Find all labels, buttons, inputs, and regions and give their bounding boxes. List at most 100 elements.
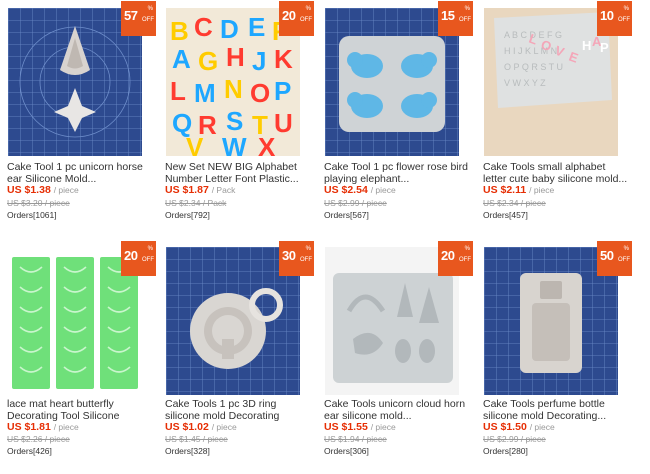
discount-off-label: OFF xyxy=(459,17,471,23)
original-price: US $2.26 / piece xyxy=(7,434,70,444)
svg-text:U: U xyxy=(274,108,293,138)
svg-text:O: O xyxy=(250,78,270,108)
order-count: Orders[328] xyxy=(165,446,210,456)
product-price: US $1.50 / piece xyxy=(483,421,555,433)
discount-percent: 20 xyxy=(124,248,138,263)
discount-off-label: OFF xyxy=(142,257,154,263)
discount-off-label: OFF xyxy=(300,257,312,263)
product-price: US $1.38 / piece xyxy=(7,184,79,196)
svg-text:V: V xyxy=(186,132,204,156)
original-price: US $1.94 / piece xyxy=(324,434,387,444)
svg-text:M: M xyxy=(194,78,216,108)
product-price: US $2.11 / piece xyxy=(483,184,554,196)
discount-off-label: OFF xyxy=(459,257,471,263)
discount-badge: 50 % OFF xyxy=(597,241,632,276)
product-title[interactable]: Cake Tools 1 pc 3D ring silicone mold De… xyxy=(165,398,311,422)
price-unit: / piece xyxy=(211,422,237,432)
price-value: US $1.02 xyxy=(165,421,209,433)
price-unit: / piece xyxy=(370,422,396,432)
price-unit: / piece xyxy=(529,185,555,195)
price-unit: / piece xyxy=(370,185,396,195)
product-grid: 57 % OFF Cake Tool 1 pc unicorn horse ea… xyxy=(0,0,650,474)
price-unit: / piece xyxy=(53,422,79,432)
discount-percent: 20 xyxy=(441,248,455,263)
price-value: US $1.38 xyxy=(7,184,51,196)
product-card[interactable]: 20 % OFF Cake Tools unicorn cloud horn e… xyxy=(317,238,473,474)
price-value: US $1.55 xyxy=(324,421,368,433)
svg-text:H: H xyxy=(226,42,245,72)
price-value: US $1.50 xyxy=(483,421,527,433)
original-price: US $2.34 / Pack xyxy=(165,198,227,208)
svg-text:C: C xyxy=(194,12,213,42)
product-card[interactable]: A B C D E F G H I J K L M N O P Q R S T … xyxy=(476,0,632,237)
product-card[interactable]: 30 % OFF Cake Tools 1 pc 3D ring silicon… xyxy=(158,238,314,474)
original-price: US $2.99 / piece xyxy=(324,198,387,208)
discount-off-label: OFF xyxy=(618,257,630,263)
original-price: US $3.20 / piece xyxy=(7,198,70,208)
svg-text:G: G xyxy=(198,46,218,76)
discount-percent: 15 xyxy=(441,8,455,23)
price-value: US $2.54 xyxy=(324,184,368,196)
discount-percent-symbol: % xyxy=(623,6,629,12)
product-title[interactable]: Cake Tool 1 pc flower rose bird playing … xyxy=(324,161,470,185)
order-count: Orders[280] xyxy=(483,446,528,456)
product-price: US $1.02 / piece xyxy=(165,421,237,433)
discount-percent-symbol: % xyxy=(305,246,311,252)
product-title[interactable]: lace mat heart butterfly Decorating Tool… xyxy=(7,398,153,422)
product-card[interactable]: 15 % OFF Cake Tool 1 pc flower rose bird… xyxy=(317,0,473,237)
product-price: US $2.54 / piece xyxy=(324,184,396,196)
product-price: US $1.87 / Pack xyxy=(165,184,235,196)
price-value: US $2.11 xyxy=(483,184,527,196)
svg-text:E: E xyxy=(248,12,265,42)
product-card[interactable]: 20 % OFF lace mat heart butterfly Decora… xyxy=(0,238,156,474)
product-price: US $1.81 / piece xyxy=(7,421,79,433)
discount-badge: 15 % OFF xyxy=(438,1,473,36)
discount-badge: 20 % OFF xyxy=(121,241,156,276)
svg-text:W: W xyxy=(222,132,247,156)
original-price: US $2.99 / piece xyxy=(483,434,546,444)
price-unit: / piece xyxy=(53,185,79,195)
product-card[interactable]: 57 % OFF Cake Tool 1 pc unicorn horse ea… xyxy=(0,0,156,237)
discount-percent: 50 xyxy=(600,248,614,263)
discount-badge: 20 % OFF xyxy=(279,1,314,36)
order-count: Orders[426] xyxy=(7,446,52,456)
svg-text:K: K xyxy=(274,44,293,74)
original-price: US $2.34 / piece xyxy=(483,198,546,208)
product-title[interactable]: Cake Tools unicorn cloud horn ear silico… xyxy=(324,398,470,422)
product-title[interactable]: Cake Tools small alphabet letter cute ba… xyxy=(483,161,629,185)
product-title[interactable]: Cake Tools perfume bottle silicone mold … xyxy=(483,398,629,422)
order-count: Orders[457] xyxy=(483,210,528,220)
product-title[interactable]: New Set NEW BIG Alphabet Number Letter F… xyxy=(165,161,311,185)
discount-percent: 10 xyxy=(600,8,614,23)
product-title[interactable]: Cake Tool 1 pc unicorn horse ear Silicon… xyxy=(7,161,153,185)
discount-percent-symbol: % xyxy=(623,246,629,252)
original-price: US $1.45 / piece xyxy=(165,434,228,444)
discount-percent-symbol: % xyxy=(147,6,153,12)
discount-off-label: OFF xyxy=(300,17,312,23)
svg-text:B: B xyxy=(170,16,189,46)
discount-percent: 20 xyxy=(282,8,296,23)
price-value: US $1.81 xyxy=(7,421,51,433)
svg-text:P: P xyxy=(274,76,291,106)
svg-text:H: H xyxy=(582,38,591,53)
discount-badge: 57 % OFF xyxy=(121,1,156,36)
svg-text:A: A xyxy=(172,44,191,74)
order-count: Orders[792] xyxy=(165,210,210,220)
discount-badge: 20 % OFF xyxy=(438,241,473,276)
discount-percent: 57 xyxy=(124,8,138,23)
svg-text:O P Q R S T U: O P Q R S T U xyxy=(504,62,563,72)
discount-percent-symbol: % xyxy=(464,246,470,252)
discount-off-label: OFF xyxy=(142,17,154,23)
order-count: Orders[306] xyxy=(324,446,369,456)
product-price: US $1.55 / piece xyxy=(324,421,396,433)
discount-percent: 30 xyxy=(282,248,296,263)
order-count: Orders[1061] xyxy=(7,210,57,220)
product-card[interactable]: 50 % OFF Cake Tools perfume bottle silic… xyxy=(476,238,632,474)
svg-text:P: P xyxy=(600,40,609,55)
svg-text:L: L xyxy=(170,76,186,106)
svg-text:D: D xyxy=(220,14,239,44)
discount-percent-symbol: % xyxy=(464,6,470,12)
svg-text:X: X xyxy=(258,132,276,156)
product-card[interactable]: BCDEF AGHJK LMNOP QRSTU VWX 20 % OFF New… xyxy=(158,0,314,237)
discount-off-label: OFF xyxy=(618,17,630,23)
